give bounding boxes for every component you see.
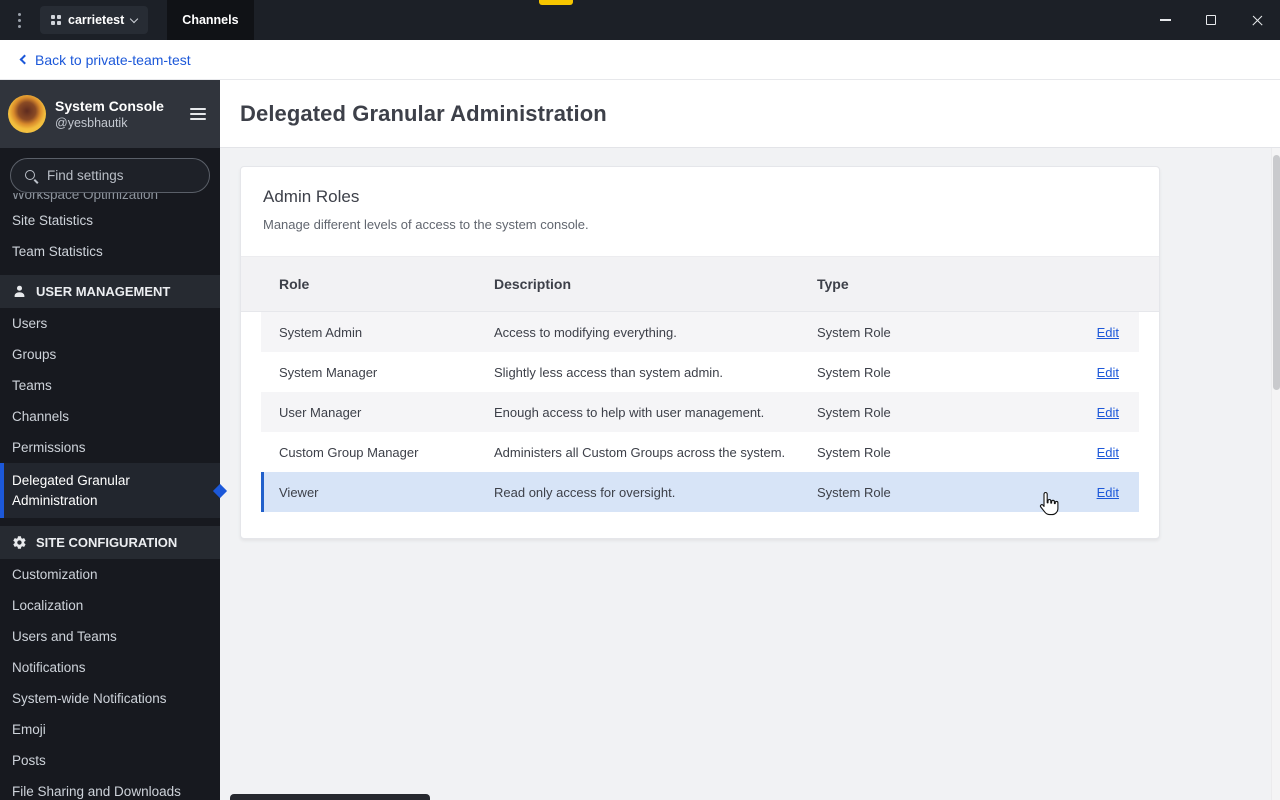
- edit-link[interactable]: Edit: [1097, 325, 1119, 340]
- back-bar: Back to private-team-test: [0, 40, 1280, 80]
- sidebar-item-posts[interactable]: Posts: [0, 745, 220, 776]
- type-cell: System Role: [817, 324, 891, 340]
- server-selector[interactable]: carrietest: [40, 6, 149, 34]
- sidebar-item-emoji[interactable]: Emoji: [0, 714, 220, 745]
- sidebar-item-notifications[interactable]: Notifications: [0, 652, 220, 683]
- settings-search-input[interactable]: [47, 168, 196, 183]
- type-cell: System Role: [817, 484, 891, 500]
- type-cell: System Role: [817, 364, 891, 380]
- section-site-configuration: SITE CONFIGURATION: [0, 526, 220, 560]
- scrollbar-thumb[interactable]: [1273, 155, 1280, 390]
- scrollbar-track[interactable]: [1271, 148, 1280, 800]
- server-grid-icon: [51, 15, 61, 25]
- hamburger-icon[interactable]: [190, 108, 206, 120]
- console-title: System Console: [55, 97, 164, 114]
- app-menu-icon[interactable]: [0, 12, 21, 28]
- main-panel: Delegated Granular Administration Admin …: [220, 80, 1280, 800]
- page-title: Delegated Granular Administration: [240, 100, 607, 126]
- sidebar-item-label: Delegated Granular Administration: [12, 473, 130, 508]
- section-user-management: USER MANAGEMENT: [0, 275, 220, 308]
- card-title: Admin Roles: [263, 187, 360, 206]
- type-cell: System Role: [817, 444, 891, 460]
- table-row: User Manager Enough access to help with …: [261, 392, 1139, 432]
- sidebar-item-file-sharing-and-downloads[interactable]: File Sharing and Downloads: [0, 776, 220, 800]
- edit-link[interactable]: Edit: [1097, 485, 1119, 500]
- server-name: carrietest: [68, 13, 125, 27]
- page-header: Delegated Granular Administration: [220, 80, 1280, 148]
- description-cell: Enough access to help with user manageme…: [494, 404, 765, 420]
- role-cell: Custom Group Manager: [279, 444, 419, 460]
- column-header-description: Description: [494, 276, 572, 292]
- gear-icon: [13, 536, 26, 549]
- description-cell: Slightly less access than system admin.: [494, 364, 724, 380]
- table-row: System Manager Slightly less access than…: [261, 352, 1139, 392]
- search-icon: [24, 169, 38, 183]
- edit-link[interactable]: Edit: [1097, 365, 1119, 380]
- sidebar-item-site-statistics[interactable]: Site Statistics: [0, 205, 220, 236]
- close-icon: [1251, 14, 1264, 27]
- maximize-button[interactable]: [1188, 0, 1234, 40]
- screen-indicator-sliver: [539, 0, 573, 5]
- sidebar-item-delegated-granular-administration[interactable]: Delegated Granular Administration: [0, 463, 228, 519]
- type-cell: System Role: [817, 404, 891, 420]
- minimize-button[interactable]: [1142, 0, 1188, 40]
- back-link[interactable]: Back to private-team-test: [19, 51, 191, 68]
- role-cell: System Admin: [279, 324, 363, 340]
- sidebar-item-users-and-teams[interactable]: Users and Teams: [0, 621, 220, 652]
- background-window-sliver: [230, 794, 430, 800]
- sidebar-item-system-wide-notifications[interactable]: System-wide Notifications: [0, 683, 220, 714]
- edit-link[interactable]: Edit: [1097, 405, 1119, 420]
- minimize-icon: [1159, 19, 1171, 21]
- sidebar-item-teams[interactable]: Teams: [0, 370, 220, 401]
- admin-roles-card: Admin Roles Manage different levels of a…: [240, 166, 1160, 539]
- card-subtitle: Manage different levels of access to the…: [263, 217, 589, 232]
- console-header: System Console @yesbhautik: [0, 80, 220, 148]
- role-cell: Viewer: [279, 484, 319, 500]
- role-cell: System Manager: [279, 364, 378, 380]
- sidebar-item-localization[interactable]: Localization: [0, 590, 220, 621]
- sidebar-item-permissions[interactable]: Permissions: [0, 432, 220, 463]
- sidebar-item-channels[interactable]: Channels: [0, 401, 220, 432]
- tab-channels[interactable]: Channels: [167, 0, 254, 40]
- titlebar: carrietest Channels: [0, 0, 1280, 40]
- sidebar-item-workspace-optimization[interactable]: Workspace Optimization: [0, 193, 220, 205]
- avatar[interactable]: [8, 95, 46, 133]
- sidebar-item-team-statistics[interactable]: Team Statistics: [0, 236, 220, 267]
- description-cell: Read only access for oversight.: [494, 484, 676, 500]
- sidebar-item-users[interactable]: Users: [0, 308, 220, 339]
- settings-search[interactable]: [10, 158, 210, 193]
- table-row-highlighted: Viewer Read only access for oversight. S…: [261, 472, 1139, 512]
- maximize-icon: [1206, 15, 1216, 25]
- window-controls: [1142, 0, 1280, 40]
- back-label: Back to private-team-test: [35, 51, 191, 68]
- console-sidebar: System Console @yesbhautik Workspace Opt…: [0, 80, 228, 800]
- edit-link[interactable]: Edit: [1097, 445, 1119, 460]
- close-button[interactable]: [1234, 0, 1280, 40]
- person-icon: [14, 285, 25, 297]
- chevron-down-icon: [130, 14, 139, 23]
- console-username: @yesbhautik: [55, 115, 128, 130]
- role-cell: User Manager: [279, 404, 362, 420]
- column-header-type: Type: [817, 276, 849, 292]
- table-header: Role Description Type: [241, 256, 1159, 312]
- description-cell: Administers all Custom Groups across the…: [494, 444, 786, 460]
- column-header-role: Role: [279, 276, 310, 292]
- content-area: Admin Roles Manage different levels of a…: [220, 148, 1280, 800]
- section-label: SITE CONFIGURATION: [36, 535, 178, 551]
- sidebar-item-groups[interactable]: Groups: [0, 339, 220, 370]
- sidebar-item-customization[interactable]: Customization: [0, 559, 220, 590]
- section-label: USER MANAGEMENT: [36, 284, 171, 299]
- table-row: Custom Group Manager Administers all Cus…: [261, 432, 1139, 472]
- card-header: Admin Roles Manage different levels of a…: [241, 167, 1159, 256]
- chevron-left-icon: [19, 54, 30, 65]
- table-body: System Admin Access to modifying everyth…: [241, 312, 1159, 538]
- description-cell: Access to modifying everything.: [494, 324, 677, 340]
- table-row: System Admin Access to modifying everyth…: [261, 312, 1139, 352]
